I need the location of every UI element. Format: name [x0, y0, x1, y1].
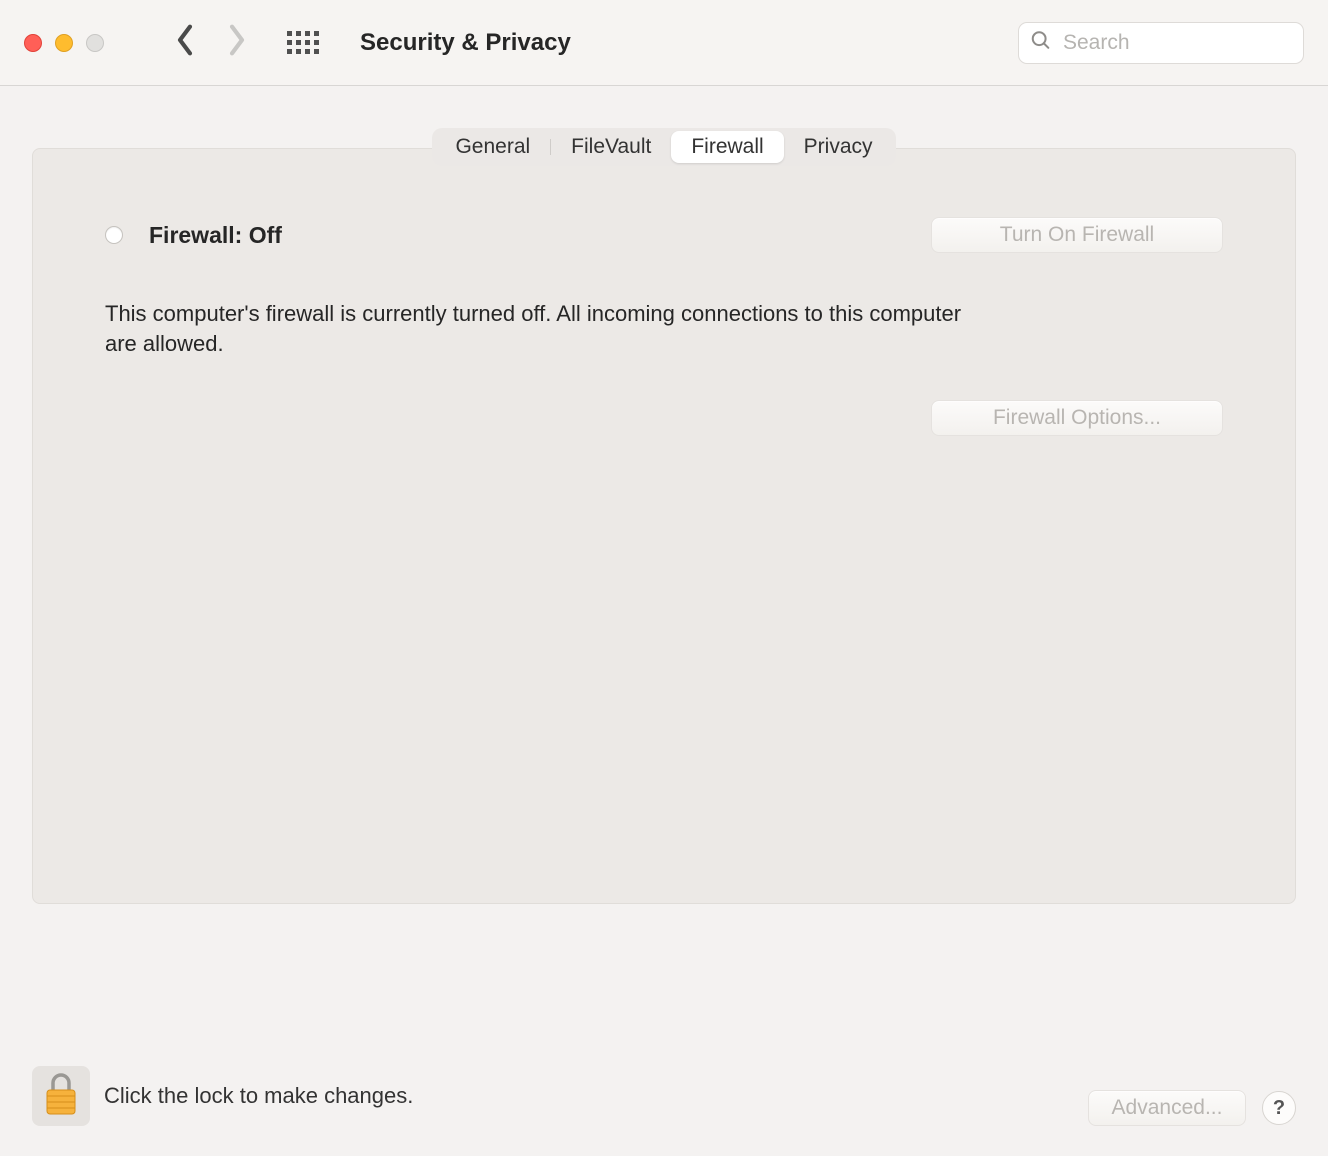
close-window-button[interactable] [24, 34, 42, 52]
search-icon [1030, 29, 1052, 56]
footer-left: Click the lock to make changes. [32, 1066, 413, 1126]
firewall-status-label: Firewall: Off [149, 222, 282, 249]
lock-button[interactable] [32, 1066, 90, 1126]
lock-hint-text: Click the lock to make changes. [104, 1083, 413, 1109]
window-title: Security & Privacy [360, 29, 1004, 57]
search-field-wrap [1018, 22, 1304, 64]
zoom-window-button[interactable] [86, 34, 104, 52]
tab-filevault[interactable]: FileVault [551, 131, 671, 163]
help-icon: ? [1273, 1097, 1285, 1120]
tab-general[interactable]: General [435, 131, 550, 163]
status-indicator-icon [105, 226, 123, 244]
advanced-button[interactable]: Advanced... [1088, 1090, 1246, 1126]
chevron-right-icon [227, 23, 247, 62]
firewall-options-row: Firewall Options... [105, 400, 1223, 436]
forward-button[interactable] [218, 21, 256, 65]
toolbar: Security & Privacy [0, 0, 1328, 86]
show-all-button[interactable] [284, 24, 322, 62]
help-button[interactable]: ? [1262, 1091, 1296, 1125]
search-input[interactable] [1018, 22, 1304, 64]
firewall-description: This computer's firewall is currently tu… [105, 299, 975, 358]
minimize-window-button[interactable] [55, 34, 73, 52]
firewall-status-left: Firewall: Off [105, 222, 282, 249]
grid-icon [287, 31, 319, 54]
tab-privacy[interactable]: Privacy [784, 131, 893, 163]
tab-bar: General FileVault Firewall Privacy [432, 128, 895, 166]
footer-right: Advanced... ? [1088, 1090, 1296, 1126]
back-button[interactable] [166, 21, 204, 65]
footer: Click the lock to make changes. Advanced… [0, 1028, 1328, 1156]
tab-firewall[interactable]: Firewall [671, 131, 783, 163]
turn-on-firewall-button[interactable]: Turn On Firewall [931, 217, 1223, 253]
content-panel: Firewall: Off Turn On Firewall This comp… [32, 148, 1296, 904]
firewall-status-row: Firewall: Off Turn On Firewall [105, 217, 1223, 253]
chevron-left-icon [175, 23, 195, 62]
lock-icon [41, 1070, 81, 1123]
firewall-options-button[interactable]: Firewall Options... [931, 400, 1223, 436]
window-controls [24, 34, 104, 52]
